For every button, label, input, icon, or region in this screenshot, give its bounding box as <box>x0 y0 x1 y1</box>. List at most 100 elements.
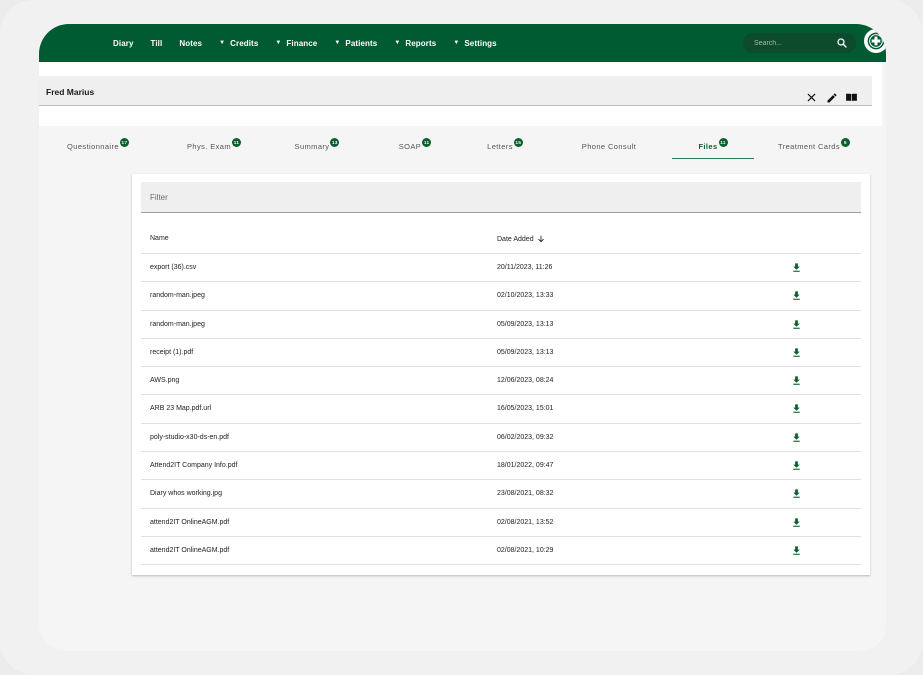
tab-count-badge: 17 <box>119 137 129 147</box>
file-date-added: 02/10/2023, 13:33 <box>497 292 554 300</box>
patient-header-card: Fred Marius <box>39 62 882 126</box>
file-date-added: 20/11/2023, 11:26 <box>497 264 553 271</box>
download-icon[interactable] <box>791 403 802 414</box>
dropdown-caret-icon: ▼ <box>275 40 282 46</box>
record-tabs: Questionnaire 17 Phys. Exam 11 Summary 13 SOAP… <box>39 128 886 159</box>
download-icon[interactable] <box>791 517 802 528</box>
top-nav-bar: Diary Till Notes ▼ Credits ▼ Finance ▼ Patients ▼… <box>39 24 886 62</box>
dropdown-caret-icon: ▼ <box>394 40 401 46</box>
download-icon[interactable] <box>791 262 802 273</box>
table-row: random-man.jpeg 02/10/2023, 13:33 <box>141 282 861 311</box>
table-row: attend2IT OnlineAGM.pdf 02/08/2021, 10:29 <box>141 537 861 566</box>
tab-count-badge: 11 <box>718 137 728 147</box>
nav-item-credits[interactable]: ▼ Credits <box>219 39 258 48</box>
file-name: receipt (1).pdf <box>150 348 194 356</box>
app-screen: Diary Till Notes ▼ Credits ▼ Finance ▼ Patients ▼… <box>39 24 886 651</box>
tab-count-badge: 5 <box>841 137 850 147</box>
search-box[interactable] <box>743 33 856 53</box>
edit-pencil-icon[interactable] <box>825 91 838 104</box>
tab-label: Files <box>698 141 718 151</box>
tab-count-badge: 13 <box>330 137 340 147</box>
file-name: random-man.jpeg <box>150 292 205 300</box>
device-frame: Diary Till Notes ▼ Credits ▼ Finance ▼ Patients ▼… <box>0 0 923 675</box>
nav-item-patients[interactable]: ▼ Patients <box>334 39 377 48</box>
file-date-added: 02/08/2021, 13:52 <box>497 518 554 526</box>
column-header-name[interactable]: Name <box>150 235 169 242</box>
tab-phys-exam[interactable]: Phys. Exam 11 <box>167 128 261 158</box>
nav-item-diary[interactable]: Diary <box>113 39 134 48</box>
nav-item-notes[interactable]: Notes <box>179 39 202 48</box>
tab-count-badge: 11 <box>232 137 241 147</box>
search-input[interactable] <box>754 39 834 47</box>
table-row: Attend2IT Company Info.pdf 18/01/2022, 09… <box>141 452 861 481</box>
file-name: attend2IT OnlineAGM.pdf <box>150 518 230 526</box>
table-row: ARB 23 Map.pdf.url 16/05/2023, 15:01 <box>141 395 861 424</box>
download-icon[interactable] <box>791 347 802 358</box>
dropdown-caret-icon: ▼ <box>453 40 460 46</box>
download-icon[interactable] <box>791 545 802 556</box>
file-name: Diary whos working.jpg <box>150 490 222 498</box>
column-header-date-added[interactable]: Date Added <box>497 235 545 243</box>
tab-label: Phone Consult <box>581 141 637 151</box>
nav-item-label: Finance <box>286 38 318 48</box>
download-icon[interactable] <box>791 488 802 499</box>
file-name: ARB 23 Map.pdf.url <box>150 405 212 413</box>
download-icon[interactable] <box>791 319 802 330</box>
open-book-icon[interactable] <box>845 91 858 104</box>
close-icon[interactable] <box>805 91 818 104</box>
nav-item-label: Reports <box>405 38 437 48</box>
tab-treatment-cards[interactable]: Treatment Cards 5 <box>755 128 873 158</box>
filter-field[interactable] <box>141 182 861 213</box>
nav-item-label: Credits <box>230 38 259 48</box>
nav-item-till[interactable]: Till <box>151 39 163 48</box>
tab-phone-consult[interactable]: Phone Consult <box>570 128 648 158</box>
nav-item-settings[interactable]: ▼ Settings <box>453 39 496 48</box>
file-date-added: 06/02/2023, 09:32 <box>497 433 554 441</box>
patient-name: Fred Marius <box>46 87 95 97</box>
app-logo-icon[interactable] <box>864 29 886 53</box>
file-name: export (36).csv <box>150 264 197 271</box>
table-row: random-man.jpeg 05/09/2023, 13:13 <box>141 311 861 339</box>
dropdown-caret-icon: ▼ <box>334 40 341 46</box>
file-date-added: 16/05/2023, 15:01 <box>497 405 554 413</box>
tab-label: Treatment Cards <box>778 141 840 151</box>
main-nav: Diary Till Notes ▼ Credits ▼ Finance ▼ Patients ▼… <box>113 24 514 62</box>
dropdown-caret-icon: ▼ <box>219 40 226 46</box>
tab-label: Questionnaire <box>67 141 119 151</box>
nav-item-reports[interactable]: ▼ Reports <box>394 39 436 48</box>
file-date-added: 18/01/2022, 09:47 <box>497 462 554 470</box>
filter-input[interactable] <box>141 182 861 212</box>
files-table: Name Date Added export (36).csv 20/11/202… <box>141 224 861 566</box>
file-date-added: 05/09/2023, 13:13 <box>497 348 554 356</box>
tab-label: Phys. Exam <box>186 141 231 151</box>
nav-item-label: Patients <box>345 38 378 48</box>
download-icon[interactable] <box>791 375 802 386</box>
files-panel: Name Date Added export (36).csv 20/11/202… <box>132 174 870 575</box>
tab-files[interactable]: Files 11 <box>672 128 754 159</box>
tab-label: Letters <box>487 141 513 151</box>
tab-summary[interactable]: Summary 13 <box>270 128 364 158</box>
table-row: poly-studio-x30-ds-en.pdf 06/02/2023, 09:… <box>141 424 861 453</box>
nav-item-finance[interactable]: ▼ Finance <box>275 39 317 48</box>
file-name: AWS.png <box>150 377 180 385</box>
tab-questionnaire[interactable]: Questionnaire 17 <box>39 128 157 158</box>
nav-item-label: Diary <box>113 38 134 48</box>
patient-actions <box>805 91 858 104</box>
table-row: Diary whos working.jpg 23/08/2021, 08:32 <box>141 480 861 509</box>
nav-item-label: Till <box>150 38 163 48</box>
column-header-date-label: Date Added <box>497 235 534 243</box>
tab-label: SOAP <box>398 141 422 151</box>
table-row: attend2IT OnlineAGM.pdf 02/08/2021, 13:52 <box>141 509 861 537</box>
tab-soap[interactable]: SOAP 11 <box>373 128 457 158</box>
file-date-added: 12/06/2023, 08:24 <box>497 377 554 385</box>
table-row: AWS.png 12/06/2023, 08:24 <box>141 367 861 396</box>
nav-item-label: Notes <box>179 38 203 48</box>
search-icon[interactable] <box>836 37 848 49</box>
download-icon[interactable] <box>791 290 802 301</box>
tab-letters[interactable]: Letters 15 <box>458 128 552 158</box>
download-icon[interactable] <box>791 432 802 443</box>
file-name: Attend2IT Company Info.pdf <box>150 462 238 470</box>
download-icon[interactable] <box>791 460 802 471</box>
table-header: Name Date Added <box>141 224 861 254</box>
sort-arrow-down-icon <box>537 235 544 243</box>
